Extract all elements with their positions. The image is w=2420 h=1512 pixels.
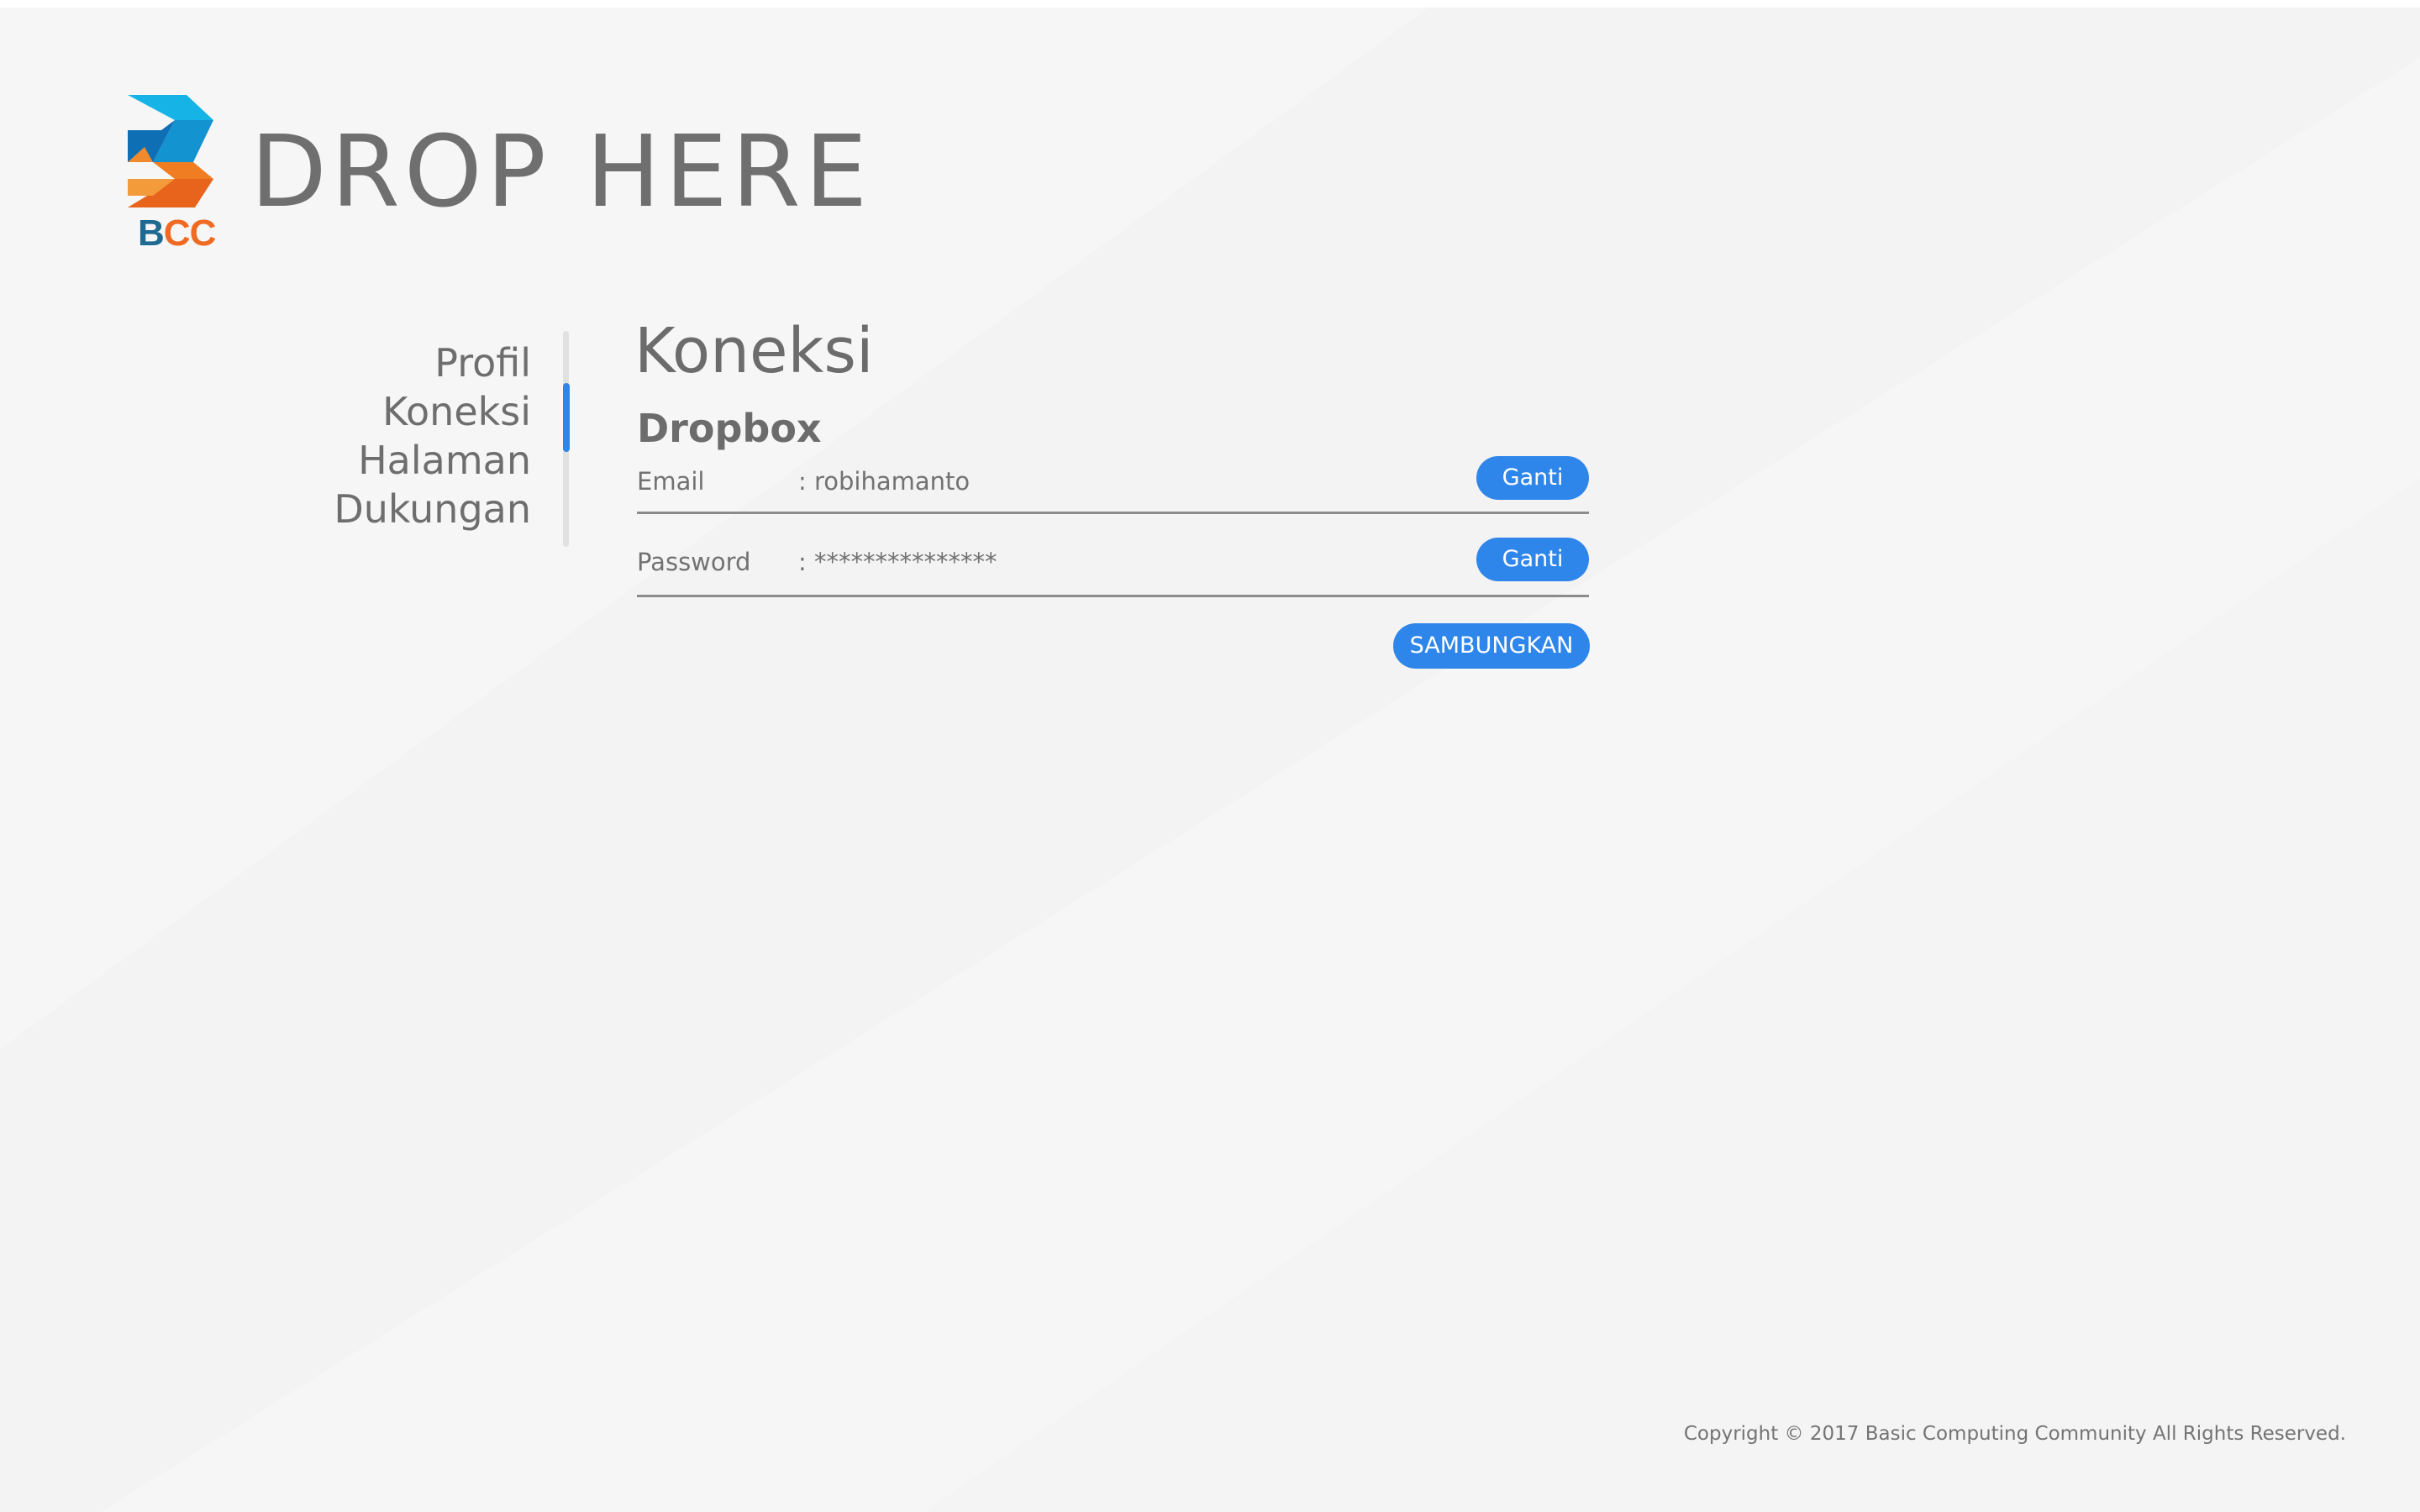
app-title: DROP HERE <box>250 113 872 229</box>
change-password-button[interactable]: Ganti <box>1476 538 1589 581</box>
sidebar-active-indicator <box>563 383 570 452</box>
logo-text: BCC <box>138 213 217 254</box>
change-email-button[interactable]: Ganti <box>1476 456 1589 500</box>
page: BCC DROP HERE Profil Koneksi Halaman Duk… <box>0 8 2420 1512</box>
sidebar-item-halaman[interactable]: Halaman <box>252 436 531 485</box>
email-label: Email <box>637 467 705 496</box>
password-row: Password : *************** Ganti <box>637 537 1589 597</box>
logo-letter-c-2: C <box>189 213 217 254</box>
service-title: Dropbox <box>637 406 822 451</box>
sidebar-item-profil[interactable]: Profil <box>252 339 531 387</box>
bcc-logo: BCC <box>128 95 220 255</box>
sidebar-item-koneksi[interactable]: Koneksi <box>252 387 531 436</box>
logo-arrow-icon <box>128 95 213 207</box>
logo-letter-b: B <box>138 213 165 254</box>
sidebar-item-dukungan[interactable]: Dukungan <box>252 485 531 533</box>
password-value: : *************** <box>798 548 997 576</box>
footer-copyright: Copyright © 2017 Basic Computing Communi… <box>1683 1423 2346 1445</box>
section-title: Koneksi <box>634 315 874 387</box>
logo-letter-c: C <box>163 213 191 254</box>
background-decoration <box>0 8 2420 1512</box>
email-value: : robihamanto <box>798 467 971 496</box>
email-row: Email : robihamanto Ganti <box>637 456 1589 514</box>
connect-button[interactable]: SAMBUNGKAN <box>1393 623 1590 669</box>
sidebar-nav: Profil Koneksi Halaman Dukungan <box>252 339 531 533</box>
password-label: Password <box>637 548 751 576</box>
